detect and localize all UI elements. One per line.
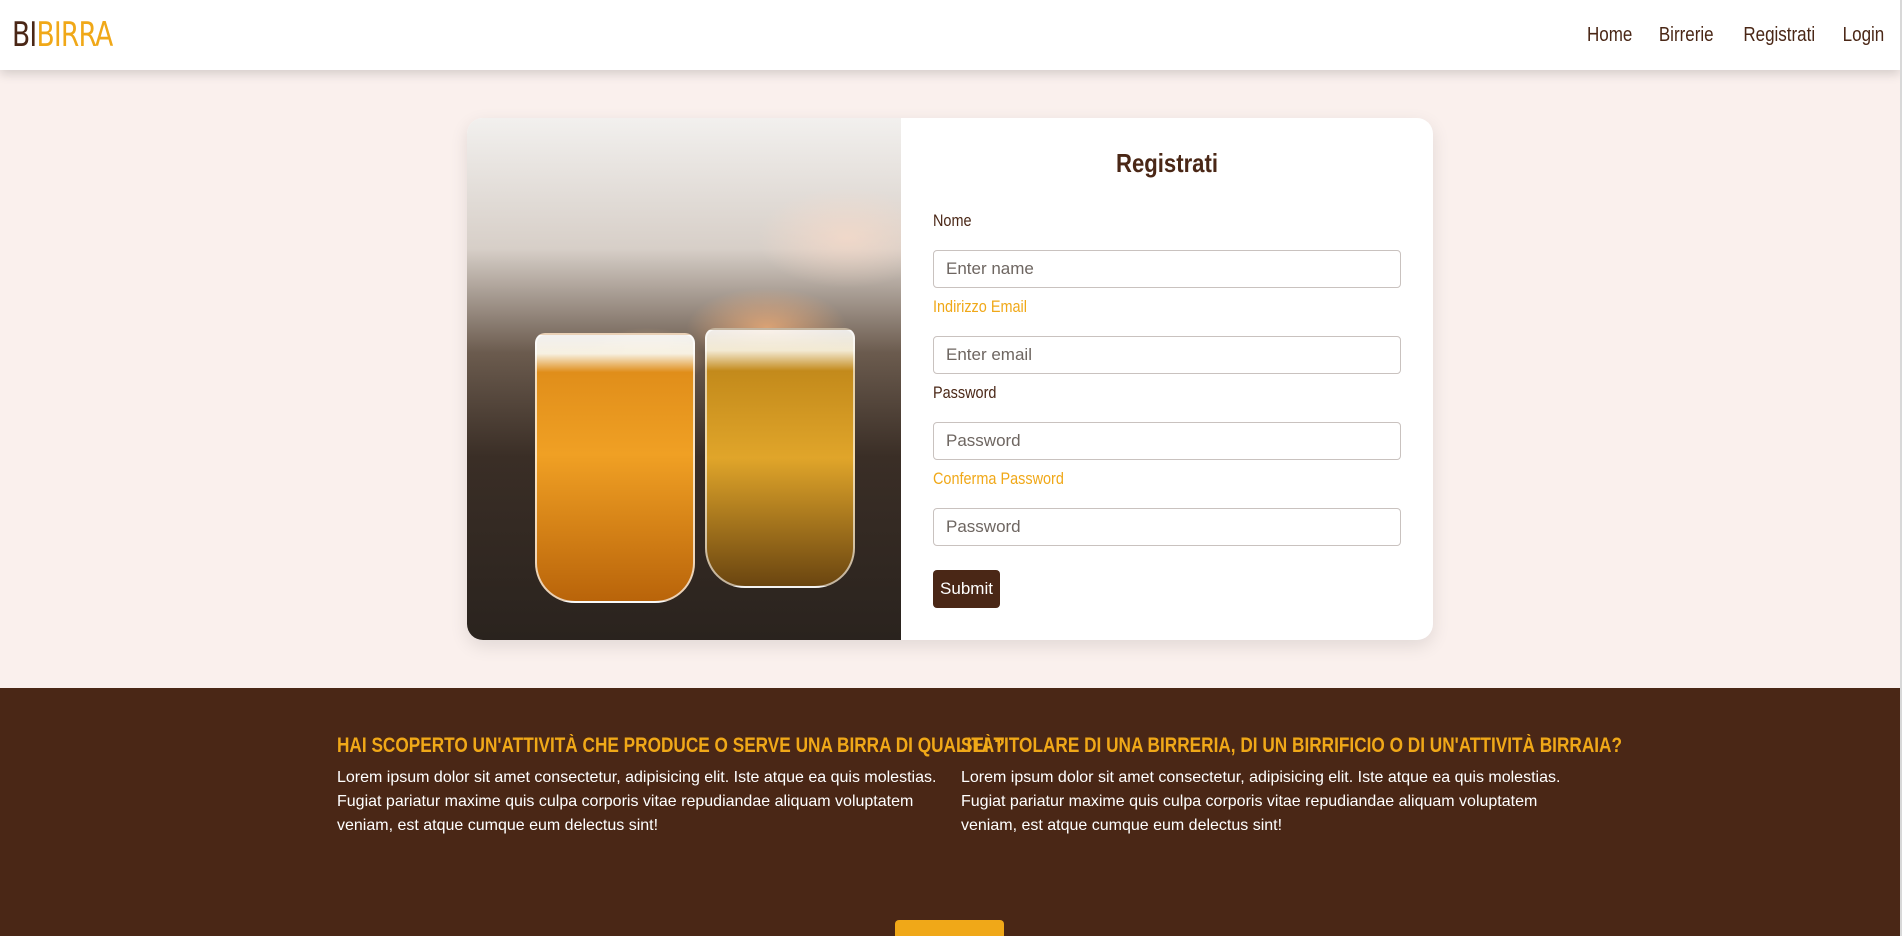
footer-right-text: Lorem ipsum dolor sit amet consectetur, … bbox=[961, 769, 1561, 834]
footer: HAI SCOPERTO UN'ATTIVITÀ CHE PRODUCE O S… bbox=[0, 688, 1900, 936]
nav-links: Home Birrerie Registrati Login bbox=[1583, 24, 1888, 47]
footer-column-right: SEI TITOLARE DI UNA BIRRERIA, DI UN BIRR… bbox=[961, 734, 1622, 838]
name-input[interactable] bbox=[933, 250, 1401, 288]
registration-form: Registrati Nome Indirizzo Email Password… bbox=[933, 118, 1401, 640]
beer-glass-right bbox=[705, 328, 855, 588]
nav-login[interactable]: Login bbox=[1843, 24, 1885, 47]
form-title: Registrati bbox=[1116, 148, 1218, 178]
email-input[interactable] bbox=[933, 336, 1401, 374]
footer-left-text: Lorem ipsum dolor sit amet consectetur, … bbox=[337, 769, 937, 834]
nav-birrerie[interactable]: Birrerie bbox=[1659, 24, 1714, 47]
beer-glasses-photo bbox=[467, 118, 901, 640]
brand-logo[interactable]: BIBIRRA bbox=[12, 15, 113, 55]
beer-glass-left bbox=[535, 333, 695, 603]
confirm-password-label: Conferma Password bbox=[933, 469, 1064, 488]
submit-button[interactable]: Submit bbox=[933, 570, 1000, 608]
brand-part-1: BI bbox=[12, 15, 37, 55]
footer-right-title: SEI TITOLARE DI UNA BIRRERIA, DI UN BIRR… bbox=[961, 734, 1623, 757]
footer-cta-button[interactable] bbox=[895, 920, 1004, 936]
navbar: BIBIRRA Home Birrerie Registrati Login bbox=[0, 0, 1900, 70]
nav-registrati[interactable]: Registrati bbox=[1743, 24, 1815, 47]
password-label: Password bbox=[933, 383, 997, 402]
password-input[interactable] bbox=[933, 422, 1401, 460]
name-label: Nome bbox=[933, 211, 972, 230]
registration-card: Registrati Nome Indirizzo Email Password… bbox=[467, 118, 1433, 640]
confirm-password-input[interactable] bbox=[933, 508, 1401, 546]
footer-left-title: HAI SCOPERTO UN'ATTIVITÀ CHE PRODUCE O S… bbox=[337, 734, 1005, 757]
nav-home[interactable]: Home bbox=[1587, 24, 1632, 47]
brand-part-2: BIRRA bbox=[36, 15, 113, 55]
footer-column-left: HAI SCOPERTO UN'ATTIVITÀ CHE PRODUCE O S… bbox=[337, 734, 1005, 838]
email-label: Indirizzo Email bbox=[933, 297, 1027, 316]
